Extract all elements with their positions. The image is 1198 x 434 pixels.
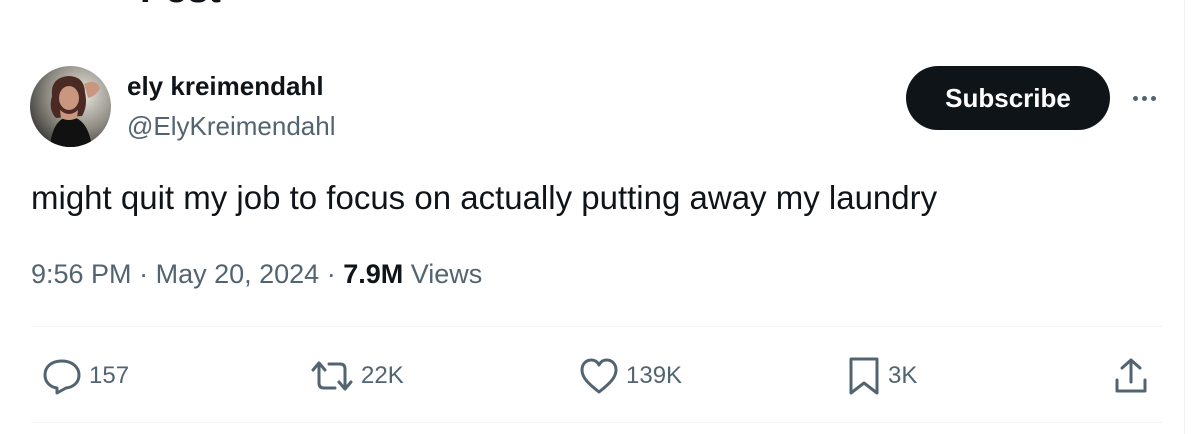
tweet-time[interactable]: 9:56 PM [31, 259, 132, 289]
reply-count: 157 [89, 362, 130, 389]
share-button[interactable] [1112, 354, 1150, 398]
meta-separator: · [139, 259, 156, 289]
share-icon [1115, 358, 1147, 393]
like-button[interactable]: 139K [578, 354, 682, 398]
heart-icon [580, 358, 618, 394]
repost-count: 22K [361, 362, 404, 389]
avatar[interactable] [30, 66, 111, 147]
page-title: Post [140, 0, 221, 10]
action-bar-top-divider [31, 326, 1163, 327]
bookmark-count: 3K [888, 362, 918, 389]
repost-button[interactable]: 22K [309, 354, 404, 398]
avatar-photo [30, 66, 111, 147]
author-handle[interactable]: @ElyKreimendahl [127, 110, 335, 142]
like-count: 139K [626, 362, 683, 389]
tweet-metadata: 9:56 PM · May 20, 2024 · 7.9M Views [31, 256, 482, 292]
action-bar-bottom-divider [31, 422, 1163, 423]
subscribe-button[interactable]: Subscribe [906, 66, 1110, 130]
more-icon-dot [1150, 95, 1156, 101]
reply-icon [43, 359, 81, 395]
tweet-text: might quit my job to focus on actually p… [31, 179, 938, 216]
back-arrow-icon[interactable] [40, 0, 80, 4]
more-icon-dot [1132, 95, 1138, 101]
more-icon-dot [1141, 95, 1147, 101]
more-options-button[interactable] [1124, 86, 1164, 110]
tweet-date[interactable]: May 20, 2024 [156, 259, 320, 289]
views-count: 7.9M [343, 259, 404, 289]
meta-separator: · [326, 259, 344, 289]
bookmark-icon [849, 357, 879, 395]
page-edge-divider [1184, 0, 1185, 434]
reply-button[interactable]: 157 [41, 354, 129, 398]
views-label: Views [410, 259, 483, 289]
bookmark-button[interactable]: 3K [846, 354, 917, 398]
repost-icon [311, 361, 353, 391]
author-display-name[interactable]: ely kreimendahl [127, 70, 324, 102]
